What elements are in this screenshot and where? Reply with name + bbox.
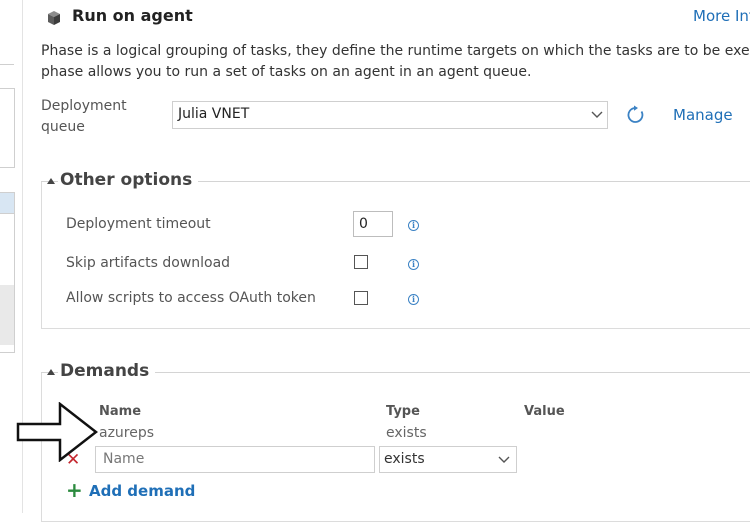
column-header-type: Type	[386, 404, 420, 419]
demand-type-cell: exists	[386, 425, 427, 441]
demands-title[interactable]: Demands	[58, 361, 156, 381]
other-options-title[interactable]: Other options	[58, 170, 199, 190]
deployment-timeout-label: Deployment timeout	[66, 216, 211, 232]
deployment-queue-label: Deployment queue	[41, 96, 141, 138]
description-line-1: Phase is a logical grouping of tasks, th…	[41, 43, 750, 59]
deployment-queue-label-line1: Deployment	[41, 98, 127, 114]
demand-type-value: exists	[384, 451, 425, 467]
left-pane-box	[0, 88, 15, 168]
chevron-down-icon[interactable]	[497, 452, 511, 466]
left-pane-divider	[0, 64, 14, 65]
more-info-link[interactable]: More Inf	[693, 7, 750, 25]
left-pane-selected-item[interactable]	[0, 192, 15, 214]
collapse-triangle-icon[interactable]	[47, 178, 55, 184]
deployment-timeout-input[interactable]: 0	[353, 211, 393, 237]
deployment-queue-label-line2: queue	[41, 119, 85, 135]
chevron-down-icon[interactable]	[590, 107, 604, 121]
add-demand-button[interactable]: Add demand	[89, 482, 195, 500]
info-icon[interactable]: i	[408, 220, 419, 231]
skip-artifacts-checkbox[interactable]	[354, 255, 368, 269]
agent-cube-icon	[48, 11, 60, 25]
oauth-token-checkbox[interactable]	[354, 291, 368, 305]
page-title: Run on agent	[72, 6, 193, 25]
info-icon[interactable]: i	[408, 259, 419, 270]
refresh-icon[interactable]	[626, 105, 646, 125]
demand-name-cell: azureps	[99, 425, 155, 441]
deployment-queue-value: Julia VNET	[178, 106, 250, 122]
oauth-token-label: Allow scripts to access OAuth token	[66, 290, 316, 306]
column-header-value: Value	[524, 404, 565, 419]
column-header-name: Name	[99, 404, 142, 419]
description-line-2: phase allows you to run a set of tasks o…	[41, 64, 532, 80]
manage-link[interactable]: Manage	[673, 106, 733, 124]
callout-arrow-icon	[16, 402, 98, 462]
left-pane-scrollbar[interactable]	[0, 285, 14, 345]
demand-name-placeholder: Name	[103, 451, 145, 467]
skip-artifacts-label: Skip artifacts download	[66, 255, 231, 271]
info-icon[interactable]: i	[408, 294, 419, 305]
phase-description: Phase is a logical grouping of tasks, th…	[41, 41, 750, 83]
collapse-triangle-icon[interactable]	[47, 369, 55, 375]
plus-icon[interactable]: +	[66, 480, 83, 500]
